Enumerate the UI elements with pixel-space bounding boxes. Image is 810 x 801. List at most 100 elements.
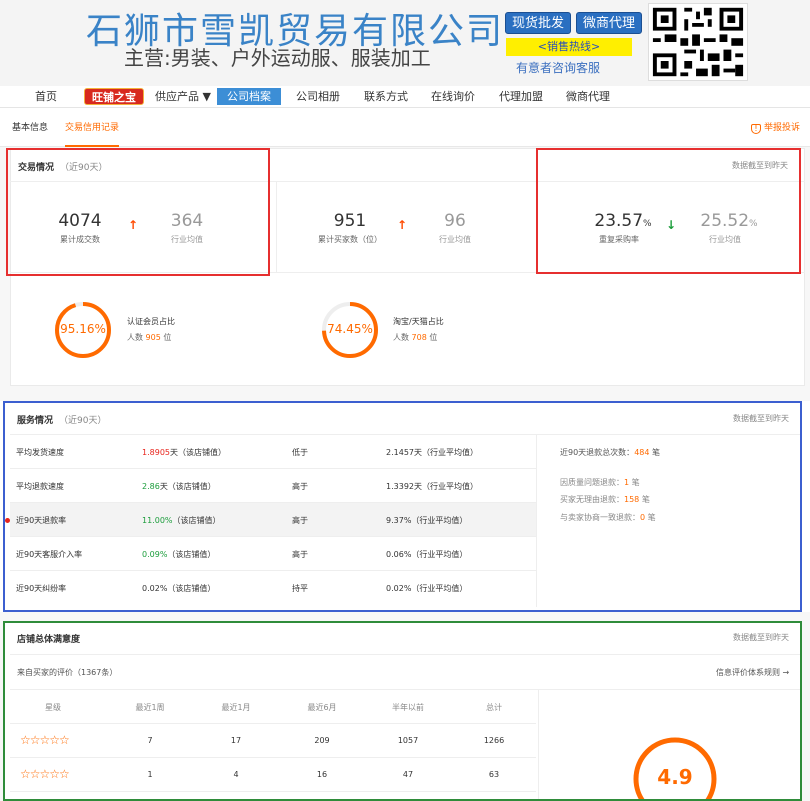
- table-row: 平均退款速度 2.86天（该店铺值） 高于 1.3392天（行业平均值）: [10, 469, 536, 503]
- table-row: 近90天退款率 11.00%（该店铺值） 高于 9.37%（行业平均值）: [5, 503, 536, 537]
- table-row: 近90天纠纷率 0.02%（该店铺值） 持平 0.02%（行业平均值）: [10, 571, 536, 605]
- industry-avg-label-3: 行业均值: [709, 235, 741, 244]
- col-before-half-year: 半年以前: [392, 703, 424, 712]
- service-data-note: 数据截至到昨天: [733, 414, 789, 423]
- buyer-reviews-count: 来自买家的评价（1367条）: [17, 668, 118, 677]
- svc-value: 0.09%（该店铺值）: [142, 550, 216, 559]
- rate-cell: 7: [147, 736, 153, 745]
- score-ring: 4.9: [632, 736, 718, 801]
- svc-compare: 高于: [292, 482, 308, 491]
- rate-cell: 4: [233, 770, 239, 779]
- rate-cell: 17: [230, 736, 242, 745]
- trade-data-note: 数据截至到昨天: [732, 161, 788, 170]
- svc-industry-avg: 0.06%（行业平均值）: [386, 550, 468, 559]
- satisfaction-title: 店铺总体满意度: [17, 635, 81, 645]
- score-value: 4.9: [657, 765, 693, 789]
- rate-cell: 63: [488, 770, 500, 779]
- shield-icon: !: [750, 124, 761, 134]
- main-business: 主营:男装、户外运动服、服装加工: [124, 46, 431, 70]
- rate-cell: 47: [402, 770, 414, 779]
- service-title: 服务情况 （近90天）: [17, 416, 107, 426]
- qr-code-image: [648, 3, 748, 81]
- industry-avg-deals: 364: [170, 211, 204, 231]
- rate-cell: 1266: [483, 736, 505, 745]
- refund-agreed: 与卖家协商一致退款：0 笔: [560, 513, 656, 522]
- satisfaction-data-note: 数据截至到昨天: [733, 633, 789, 642]
- col-month: 最近1月: [221, 703, 251, 712]
- profile-subtabs: 基本信息 交易信用记录 ! 举报投诉: [0, 109, 810, 147]
- shop-banner: 石狮市雪凯贸易有限公司 主营:男装、户外运动服、服装加工 现货批发 微商代理 <…: [0, 0, 810, 86]
- svc-value: 1.8905天（该店铺值）: [142, 448, 226, 457]
- industry-avg-repeat: 25.52%: [700, 211, 758, 231]
- svc-industry-avg: 0.02%（行业平均值）: [386, 584, 468, 593]
- col-6months: 最近6月: [307, 703, 337, 712]
- svc-industry-avg: 1.3392天（行业平均值）: [386, 482, 478, 491]
- report-complaint-link[interactable]: ! 举报投诉: [750, 120, 800, 134]
- col-week: 最近1周: [135, 703, 165, 712]
- svc-industry-avg: 2.1457天（行业平均值）: [386, 448, 478, 457]
- svc-compare: 高于: [292, 516, 308, 525]
- nav-shop-treasure[interactable]: 旺铺之宝: [84, 88, 144, 105]
- svc-name: 近90天退款率: [16, 516, 67, 525]
- nav-agency[interactable]: 代理加盟: [499, 86, 543, 107]
- svc-name: 近90天纠纷率: [16, 584, 67, 593]
- rate-cell: 16: [316, 770, 328, 779]
- five-star-icon: ☆☆☆☆☆: [20, 733, 70, 747]
- nav-company-profile[interactable]: 公司档案: [217, 88, 281, 105]
- industry-avg-label-2: 行业均值: [439, 235, 471, 244]
- col-total: 总计: [486, 703, 502, 712]
- svc-compare: 持平: [292, 584, 308, 593]
- svc-compare: 低于: [292, 448, 308, 457]
- svc-compare: 高于: [292, 550, 308, 559]
- repeat-purchase-rate: 23.57%: [594, 211, 652, 231]
- cumulative-buyers-label: 累计买家数（位）: [318, 235, 382, 244]
- tab-basic-info[interactable]: 基本信息: [12, 120, 48, 133]
- nav-products[interactable]: 供应产品 ▼: [155, 86, 211, 107]
- arrow-up-icon: ↑: [128, 218, 139, 232]
- agent-button[interactable]: 微商代理: [576, 12, 643, 34]
- cert-member-pct: 95.16%: [60, 322, 106, 336]
- cumulative-buyers-value: 951: [333, 211, 367, 231]
- table-row: 近90天客服介入率 0.09%（该店铺值） 高于 0.06%（行业平均值）: [10, 537, 536, 571]
- nav-micro-agent[interactable]: 微商代理: [566, 86, 610, 107]
- table-row: ☆☆☆☆☆ 7 17 209 1057 1266: [10, 724, 536, 758]
- cumulative-deals-label: 累计成交数: [60, 235, 100, 244]
- trade-panel: [10, 148, 805, 386]
- taobao-title: 淘宝/天猫占比: [393, 317, 444, 326]
- cert-member-count: 人数 905 位: [127, 333, 172, 342]
- industry-avg-label-1: 行业均值: [171, 235, 203, 244]
- svc-name: 近90天客服介入率: [16, 550, 83, 559]
- svc-value: 0.02%（该店铺值）: [142, 584, 216, 593]
- cert-member-title: 认证会员占比: [127, 317, 175, 326]
- rating-rules-link[interactable]: 信息评价体系规则 →: [716, 667, 789, 678]
- table-row: 平均发货速度 1.8905天（该店铺值） 低于 2.1457天（行业平均值）: [10, 435, 536, 469]
- report-label: 举报投诉: [763, 123, 800, 133]
- taobao-pct: 74.45%: [327, 322, 373, 336]
- svc-name: 平均退款速度: [16, 482, 64, 491]
- refund-total: 近90天退款总次数：484 笔: [560, 448, 661, 457]
- nav-company-album[interactable]: 公司相册: [296, 86, 340, 107]
- tab-credit-record[interactable]: 交易信用记录: [65, 120, 120, 147]
- refund-no-reason: 买家无理由退款：158 笔: [560, 495, 650, 504]
- arrow-up-icon: ↑: [397, 218, 408, 232]
- rate-cell: 1057: [397, 736, 419, 745]
- active-dot: [5, 518, 10, 523]
- nav-contact[interactable]: 联系方式: [364, 86, 408, 107]
- industry-avg-buyers: 96: [444, 211, 466, 231]
- svc-value: 2.86天（该店铺值）: [142, 482, 216, 491]
- nav-inquiry[interactable]: 在线询价: [431, 86, 475, 107]
- wholesale-button[interactable]: 现货批发: [505, 12, 572, 34]
- col-stars: 星级: [45, 703, 61, 712]
- arrow-down-icon: ↓: [666, 218, 677, 232]
- nav-home[interactable]: 首页: [35, 86, 57, 107]
- shop-nav: 首页 旺铺之宝 供应产品 ▼ 公司档案 公司相册 联系方式 在线询价 代理加盟 …: [0, 86, 810, 108]
- four-star-icon: ☆☆☆☆☆: [20, 767, 70, 781]
- trade-title: 交易情况 （近90天）: [18, 163, 108, 173]
- svc-industry-avg: 9.37%（行业平均值）: [386, 516, 468, 525]
- table-row: ☆☆☆☆☆ 1 4 16 47 63: [10, 758, 536, 792]
- refund-quality: 因质量问题退款：1 笔: [560, 478, 640, 487]
- consult-service-link[interactable]: 有意者咨询客服: [516, 59, 600, 76]
- cumulative-deals-value: 4074: [58, 211, 102, 231]
- svc-name: 平均发货速度: [16, 448, 64, 457]
- rate-cell: 1: [147, 770, 153, 779]
